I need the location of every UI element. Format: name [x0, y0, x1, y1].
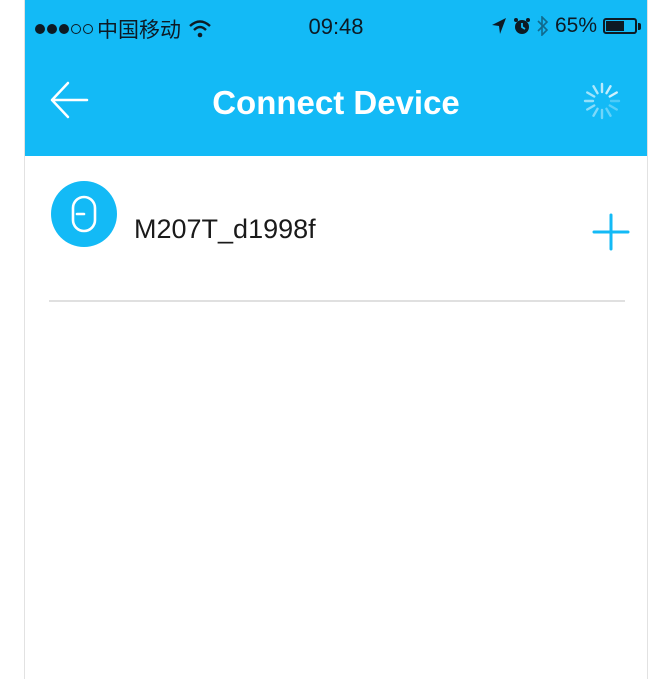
- battery-icon: [603, 18, 641, 34]
- nav-bar: Connect Device: [25, 54, 647, 156]
- spinner-tick: [592, 107, 599, 117]
- device-name: M207T_d1998f: [134, 214, 316, 244]
- spinner-tick: [608, 91, 618, 98]
- app-screen: 中国移动 09:48 65% Connect Device M207T_d199…: [24, 0, 648, 679]
- spinner-tick: [605, 107, 612, 117]
- spinner-tick: [586, 104, 596, 111]
- alarm-clock-icon: [513, 18, 530, 34]
- spinner-tick: [592, 85, 599, 95]
- location-arrow-icon: [491, 18, 506, 34]
- device-list-item[interactable]: M207T_d1998f: [49, 156, 630, 302]
- battery-percent: 65%: [554, 14, 597, 37]
- status-bar: 中国移动 09:48 65%: [25, 0, 647, 54]
- lock-device-icon: [51, 181, 117, 247]
- status-right: 65%: [491, 14, 641, 38]
- spinner-tick: [608, 104, 618, 111]
- loading-spinner-icon: [583, 82, 621, 120]
- plus-icon[interactable]: [591, 212, 631, 252]
- page-title: Connect Device: [212, 84, 460, 121]
- bluetooth-icon: [537, 16, 549, 36]
- spinner-tick: [605, 85, 612, 95]
- spinner-tick: [586, 91, 596, 98]
